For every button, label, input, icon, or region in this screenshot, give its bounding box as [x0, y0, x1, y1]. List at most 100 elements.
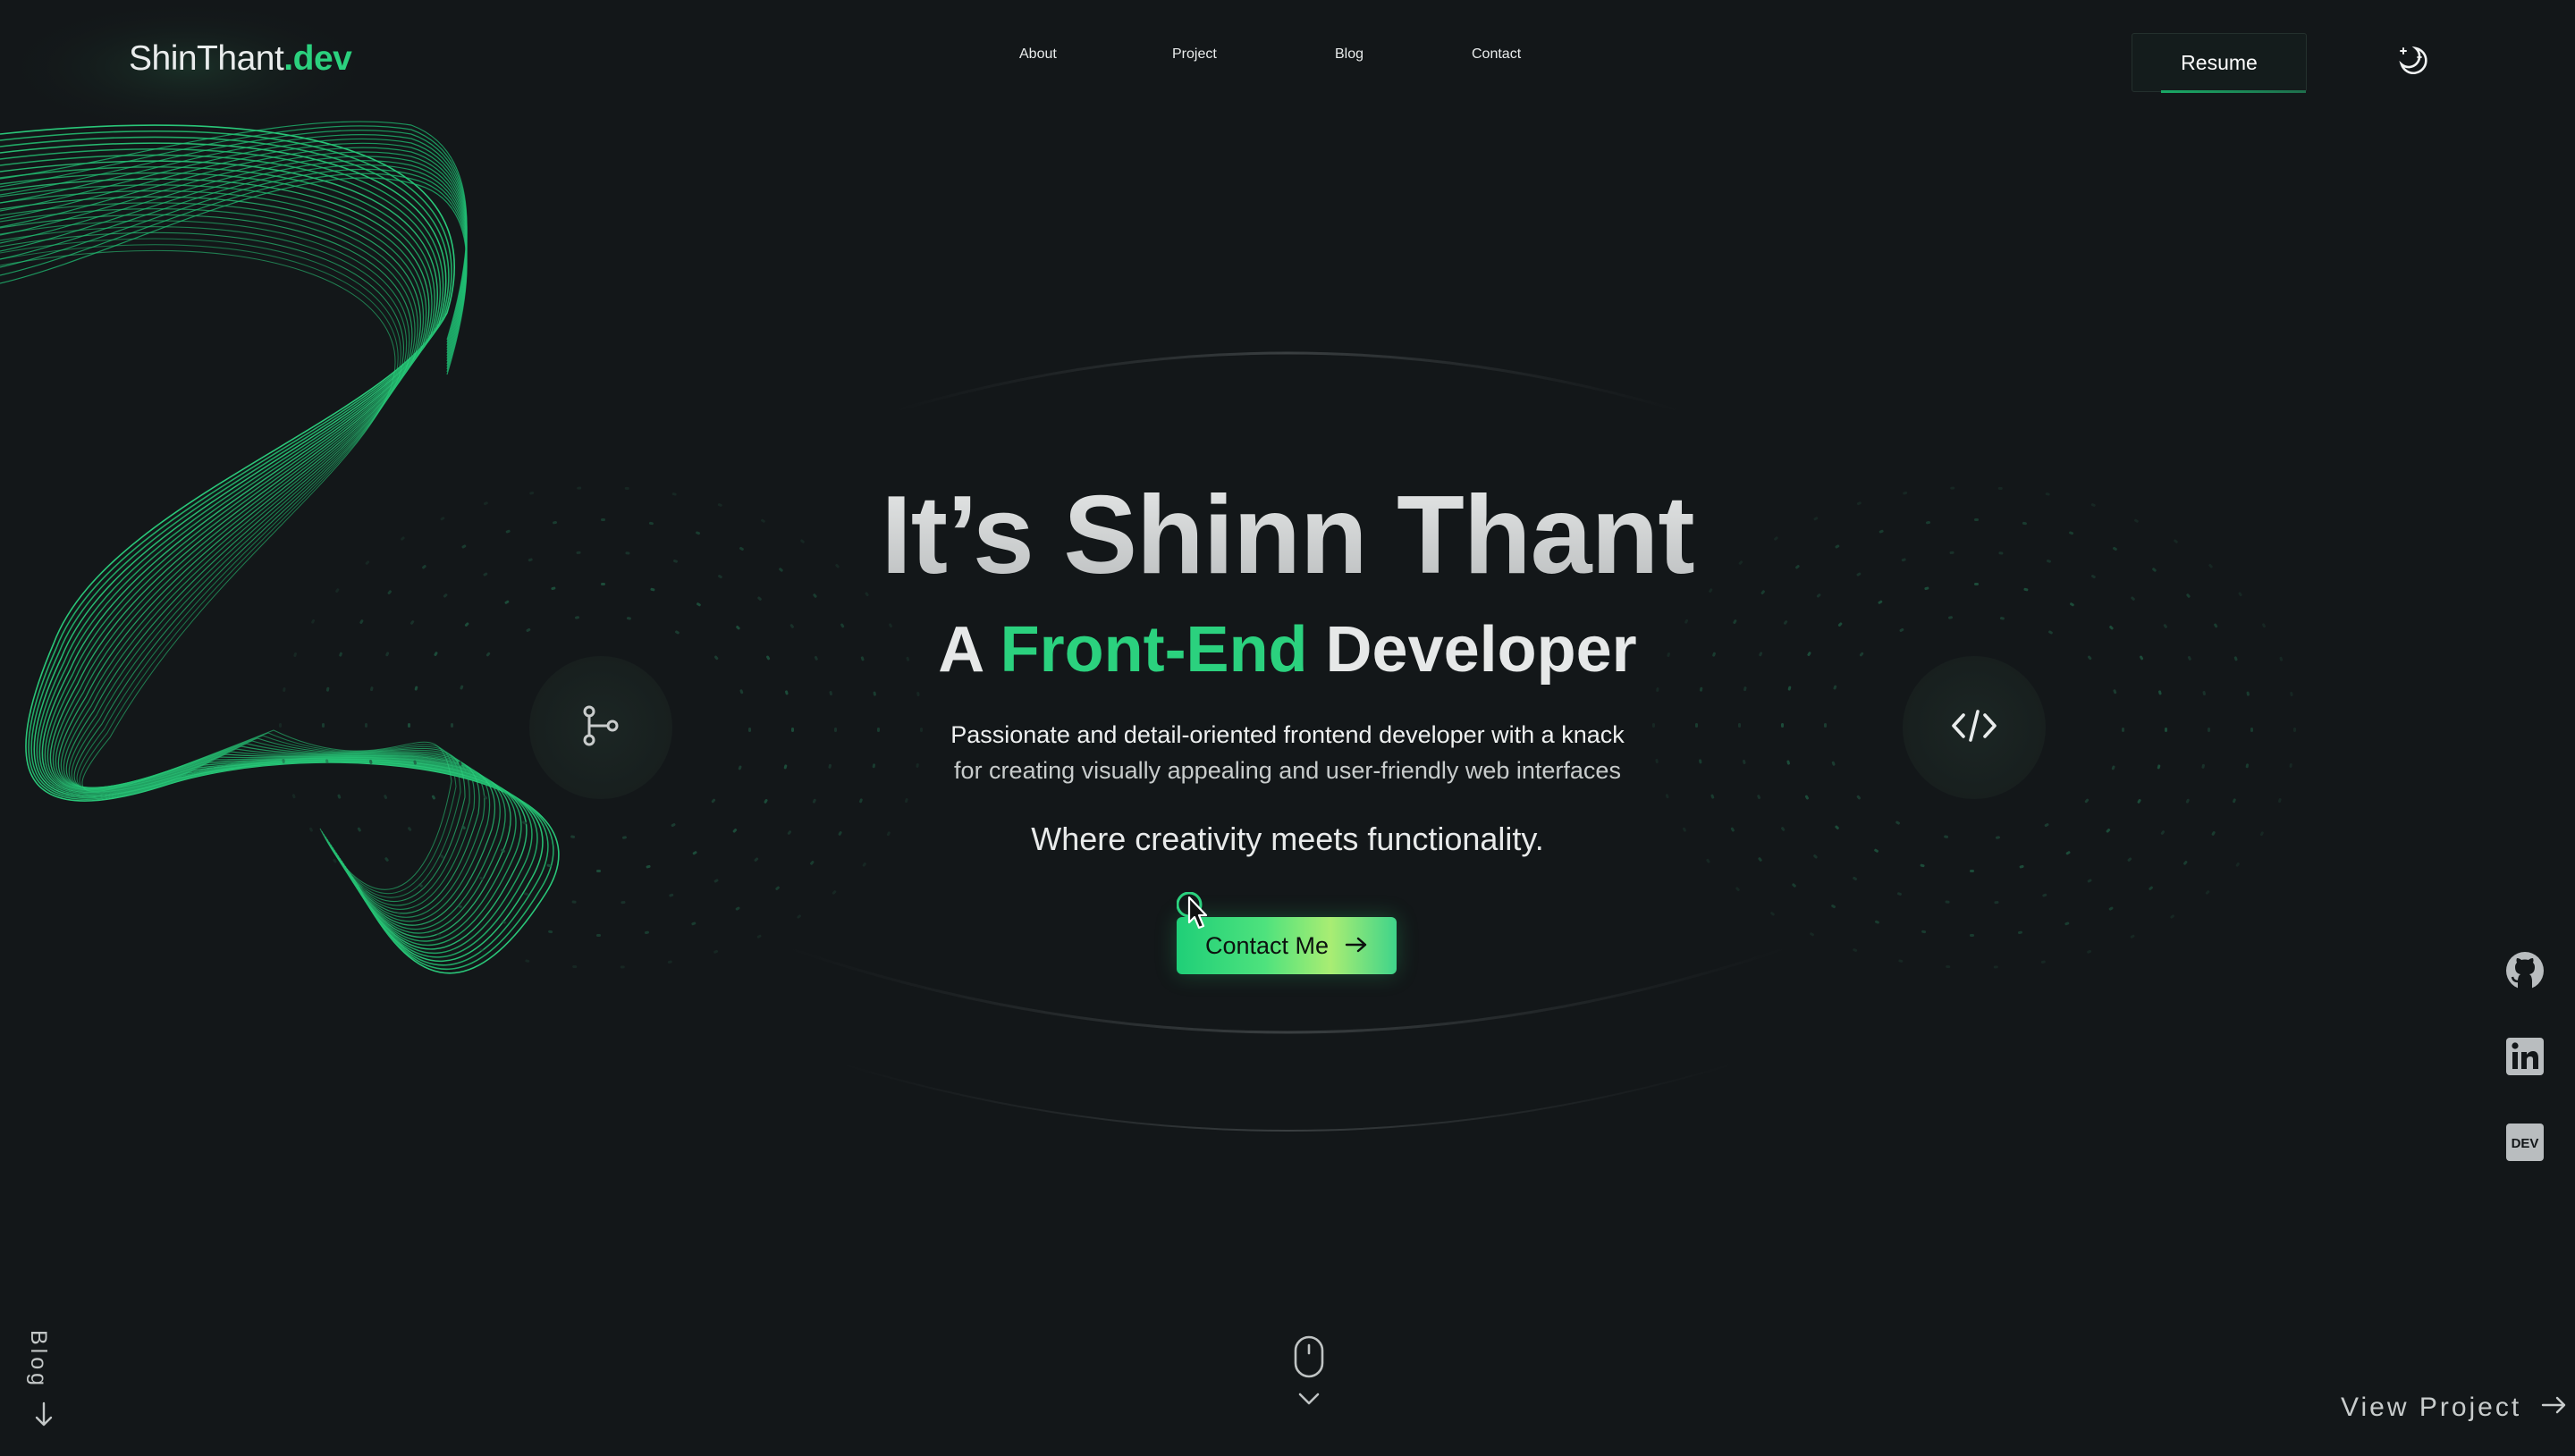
ring-dot — [873, 691, 876, 696]
ring-dot — [1920, 863, 1925, 868]
ring-dot — [739, 689, 744, 694]
ring-dot — [2130, 934, 2135, 938]
nav-blog[interactable]: Blog — [1335, 46, 1363, 63]
ring-dot — [1853, 948, 1858, 952]
ring-dot — [1735, 887, 1740, 891]
contact-me-label: Contact Me — [1204, 931, 1330, 959]
ring-dot — [596, 870, 601, 872]
ring-dot — [2185, 798, 2190, 804]
arrow-right-icon — [2541, 1393, 2568, 1423]
view-project-link[interactable]: View Project — [2341, 1393, 2568, 1423]
ring-dot — [370, 686, 374, 692]
ring-dot — [775, 886, 780, 890]
ring-dot — [1810, 932, 1814, 937]
site-logo[interactable]: ShinThant .dev — [129, 39, 352, 79]
ring-dot — [1945, 900, 1950, 904]
ring-dot — [2070, 602, 2074, 607]
github-icon[interactable] — [2503, 949, 2546, 992]
dev-to-label: DEV — [2512, 1136, 2539, 1151]
ring-dot — [1875, 920, 1879, 924]
ring-dot — [479, 876, 484, 880]
arrow-down-icon[interactable] — [34, 1401, 54, 1435]
ring-dot — [596, 934, 601, 937]
ring-dot — [1710, 794, 1715, 799]
ring-dot — [697, 602, 701, 607]
ring-dot — [785, 690, 789, 695]
nav-about[interactable]: About — [1019, 46, 1057, 63]
ring-dot — [829, 691, 832, 696]
mouse-scroll-icon[interactable] — [1291, 1335, 1327, 1416]
ring-dot — [2205, 890, 2210, 895]
ring-dot — [291, 794, 296, 799]
ring-dot — [1706, 858, 1710, 863]
ring-dot — [548, 930, 553, 934]
ring-dot — [384, 795, 388, 800]
ring-dot — [504, 600, 510, 604]
ring-dot — [2087, 879, 2092, 883]
code-badge — [1903, 656, 2046, 799]
ring-dot — [2087, 949, 2092, 954]
ring-dot — [1946, 964, 1951, 969]
nav-project[interactable]: Project — [1172, 46, 1217, 63]
ring-dot — [1770, 912, 1775, 916]
ring-dot — [458, 905, 462, 909]
hero-description: Passionate and detail-oriented frontend … — [0, 717, 2575, 788]
moon-stars-icon[interactable] — [2393, 41, 2432, 80]
ring-dot — [713, 879, 719, 883]
ring-dot — [1921, 930, 1927, 934]
nav-contact[interactable]: Contact — [1472, 46, 1521, 63]
subtitle-suffix: Developer — [1307, 614, 1637, 686]
ring-dot — [325, 686, 330, 692]
code-icon — [1951, 708, 1997, 748]
ring-dot — [1699, 686, 1703, 692]
ring-dot — [691, 922, 697, 926]
ring-dot — [667, 960, 672, 964]
ring-dot — [2064, 922, 2070, 926]
arrow-right-icon — [1345, 931, 1368, 960]
ring-dot — [1898, 959, 1904, 963]
ring-dot — [713, 949, 719, 954]
ring-dot — [2040, 960, 2046, 964]
ring-dot — [905, 798, 908, 804]
resume-button[interactable]: Resume — [2132, 33, 2307, 93]
ring-dot — [2290, 692, 2293, 696]
ring-dot — [711, 798, 716, 804]
ring-dot — [1970, 870, 1974, 872]
git-branch-badge — [529, 656, 672, 799]
wave-line — [0, 142, 468, 354]
ring-dot — [524, 892, 528, 896]
ring-dot — [1743, 686, 1747, 692]
ring-dot — [283, 687, 286, 693]
ring-dot — [333, 858, 337, 863]
ring-dot — [2158, 690, 2162, 695]
ring-dot — [1878, 600, 1883, 604]
wave-line — [0, 168, 468, 370]
dev-to-icon[interactable]: DEV — [2503, 1121, 2546, 1164]
ring-dot — [2233, 798, 2236, 804]
ring-dot — [2042, 893, 2047, 897]
mouse-cursor-icon — [1176, 891, 1212, 937]
subtitle-prefix: A — [938, 614, 1000, 686]
ring-dot — [832, 890, 837, 895]
ring-dot — [2113, 689, 2117, 694]
ring-dot — [525, 959, 530, 963]
linkedin-icon[interactable] — [2503, 1035, 2546, 1078]
logo-accent: .dev — [283, 39, 352, 78]
ring-dot — [620, 965, 625, 969]
ring-dot — [2202, 691, 2206, 696]
ring-dot — [1994, 901, 1999, 905]
blog-side-link[interactable]: Blog — [25, 1330, 51, 1389]
ring-dot — [810, 861, 815, 865]
ring-dot — [431, 795, 435, 800]
ring-dot — [2019, 864, 2024, 869]
ring-dot — [735, 906, 740, 911]
hero-tagline: Where creativity meets functionality. — [1031, 821, 1544, 857]
ring-dot — [483, 795, 487, 800]
ring-dot — [756, 934, 762, 938]
ring-dot — [812, 798, 816, 804]
ring-dot — [572, 964, 578, 969]
ring-dot — [1787, 686, 1792, 691]
resume-label: Resume — [2181, 50, 2258, 74]
ring-dot — [1831, 905, 1836, 909]
view-project-label: View Project — [2341, 1393, 2522, 1422]
